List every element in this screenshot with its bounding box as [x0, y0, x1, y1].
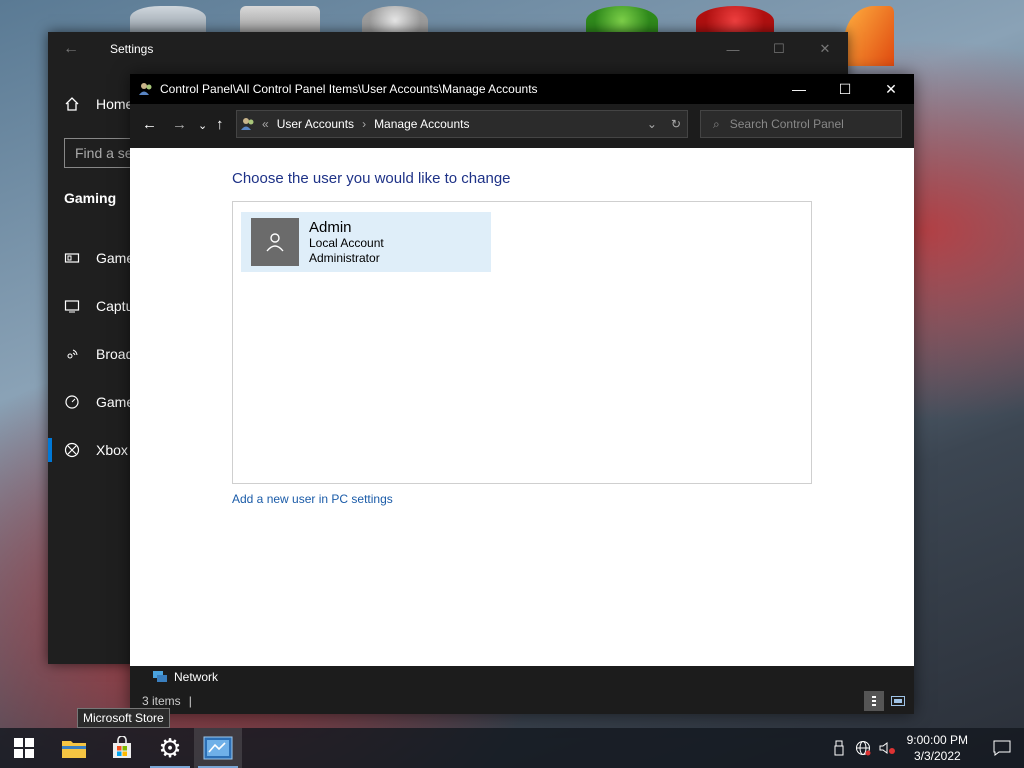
back-arrow-icon[interactable]: ←	[142, 116, 157, 133]
nav-item-broadcasting[interactable]: Broad	[64, 342, 133, 366]
nav-item-label: Game	[96, 250, 135, 266]
taskbar-microsoft-store[interactable]	[98, 728, 146, 768]
taskbar-file-explorer[interactable]	[50, 728, 98, 768]
large-icons-view-icon[interactable]	[888, 691, 908, 711]
minimize-button[interactable]: —	[710, 32, 756, 66]
account-tile-admin[interactable]: Admin Local Account Administrator	[241, 212, 491, 272]
page-heading: Choose the user you would like to change	[232, 170, 511, 187]
volume-muted-icon[interactable]	[875, 740, 899, 756]
control-panel-window: Control Panel\All Control Panel Items\Us…	[130, 74, 914, 714]
navigation-toolbar: ← → ⌄ ↑ « User Accounts › Manage Account…	[130, 104, 914, 148]
window-title: Control Panel\All Control Panel Items\Us…	[160, 82, 538, 96]
avatar	[251, 218, 299, 266]
status-divider: |	[188, 694, 192, 708]
user-accounts-icon	[241, 118, 254, 130]
action-center-icon[interactable]	[980, 740, 1024, 756]
account-role: Administrator	[309, 250, 380, 265]
settings-title: Settings	[110, 42, 154, 56]
breadcrumb-overflow[interactable]: «	[262, 117, 269, 131]
maximize-button[interactable]: ☐	[822, 74, 868, 104]
clock[interactable]: 9:00:00 PM 3/3/2022	[907, 732, 968, 764]
usb-drive-icon[interactable]	[827, 740, 851, 756]
clock-date: 3/3/2022	[913, 749, 961, 763]
recent-locations-chevron-icon[interactable]: ⌄	[198, 119, 207, 132]
windows-logo-icon	[14, 738, 34, 758]
section-title: Gaming	[64, 190, 117, 206]
forward-arrow-icon[interactable]: →	[172, 116, 187, 133]
address-bar[interactable]: « User Accounts › Manage Accounts ⌄ ↻	[236, 110, 688, 138]
home-icon	[65, 97, 79, 111]
item-count: 3 items	[142, 694, 181, 708]
up-arrow-icon[interactable]: ↑	[216, 116, 224, 133]
content-area: Choose the user you would like to change…	[130, 148, 914, 666]
accounts-panel: Admin Local Account Administrator	[232, 201, 812, 484]
wing-app-desktop-icon[interactable]	[844, 6, 894, 66]
folder-icon	[62, 741, 86, 758]
home-label: Home	[96, 96, 134, 112]
nav-item-label: Captu	[96, 298, 134, 314]
maximize-button[interactable]: ☐	[756, 32, 802, 66]
account-name: Admin	[309, 218, 352, 236]
taskbar-settings[interactable]: ⚙	[146, 728, 194, 768]
breadcrumb-user-accounts[interactable]: User Accounts	[277, 117, 354, 131]
refresh-icon[interactable]: ↻	[671, 117, 681, 131]
nav-item-xbox-networking[interactable]: Xbox	[64, 438, 128, 462]
nav-item-label: Broad	[96, 346, 134, 362]
game-bar-icon	[64, 253, 80, 263]
control-panel-icon	[203, 736, 233, 760]
nav-item-label: Game	[96, 394, 135, 410]
taskbar-tooltip: Microsoft Store	[77, 708, 170, 728]
search-input[interactable]: ⌕ Search Control Panel	[700, 110, 902, 138]
status-bar: 3 items |	[130, 688, 914, 714]
search-placeholder: Search Control Panel	[729, 117, 844, 131]
search-icon: ⌕	[713, 116, 720, 131]
settings-titlebar: ← Settings — ☐ ✕	[48, 32, 848, 66]
start-button[interactable]	[0, 728, 48, 768]
broadcast-icon	[67, 349, 78, 359]
breadcrumb-manage-accounts[interactable]: Manage Accounts	[374, 117, 469, 131]
details-view-icon[interactable]	[864, 691, 884, 711]
nav-item-label: Xbox	[96, 442, 128, 458]
account-type: Local Account	[309, 235, 384, 250]
store-icon	[113, 736, 131, 758]
network-icon	[153, 671, 167, 682]
nav-network-label: Network	[174, 670, 219, 684]
user-accounts-icon	[139, 83, 152, 95]
game-mode-icon	[65, 395, 79, 409]
minimize-button[interactable]: —	[776, 74, 822, 104]
gear-icon: ⚙	[158, 733, 182, 763]
address-dropdown-icon[interactable]: ⌄	[647, 117, 657, 131]
network-globe-icon[interactable]	[851, 740, 875, 756]
selection-indicator	[48, 438, 52, 462]
clock-time: 9:00:00 PM	[906, 733, 968, 747]
nav-item-game-bar[interactable]: Game	[64, 246, 134, 270]
navigation-pane-row: Network	[130, 666, 914, 688]
system-tray: 9:00:00 PM 3/3/2022	[827, 728, 1024, 768]
settings-home-link[interactable]: Home	[64, 96, 133, 112]
taskbar-control-panel[interactable]	[194, 728, 242, 768]
xbox-icon	[64, 442, 80, 458]
nav-item-network[interactable]: Network	[152, 670, 218, 684]
nav-item-captures[interactable]: Captu	[64, 294, 133, 318]
breadcrumb-separator-icon: ›	[362, 117, 367, 131]
back-arrow-icon[interactable]: ←	[48, 40, 94, 58]
captures-icon	[64, 300, 80, 313]
close-button[interactable]: ✕	[868, 74, 914, 104]
control-panel-titlebar: Control Panel\All Control Panel Items\Us…	[130, 74, 914, 104]
nav-item-game-mode[interactable]: Game	[64, 390, 134, 414]
taskbar: ⚙ 9:00:00 PM 3/3/2022	[0, 728, 1024, 768]
add-user-link[interactable]: Add a new user in PC settings	[232, 492, 393, 506]
close-button[interactable]: ✕	[802, 32, 848, 66]
user-avatar-icon	[266, 233, 284, 252]
